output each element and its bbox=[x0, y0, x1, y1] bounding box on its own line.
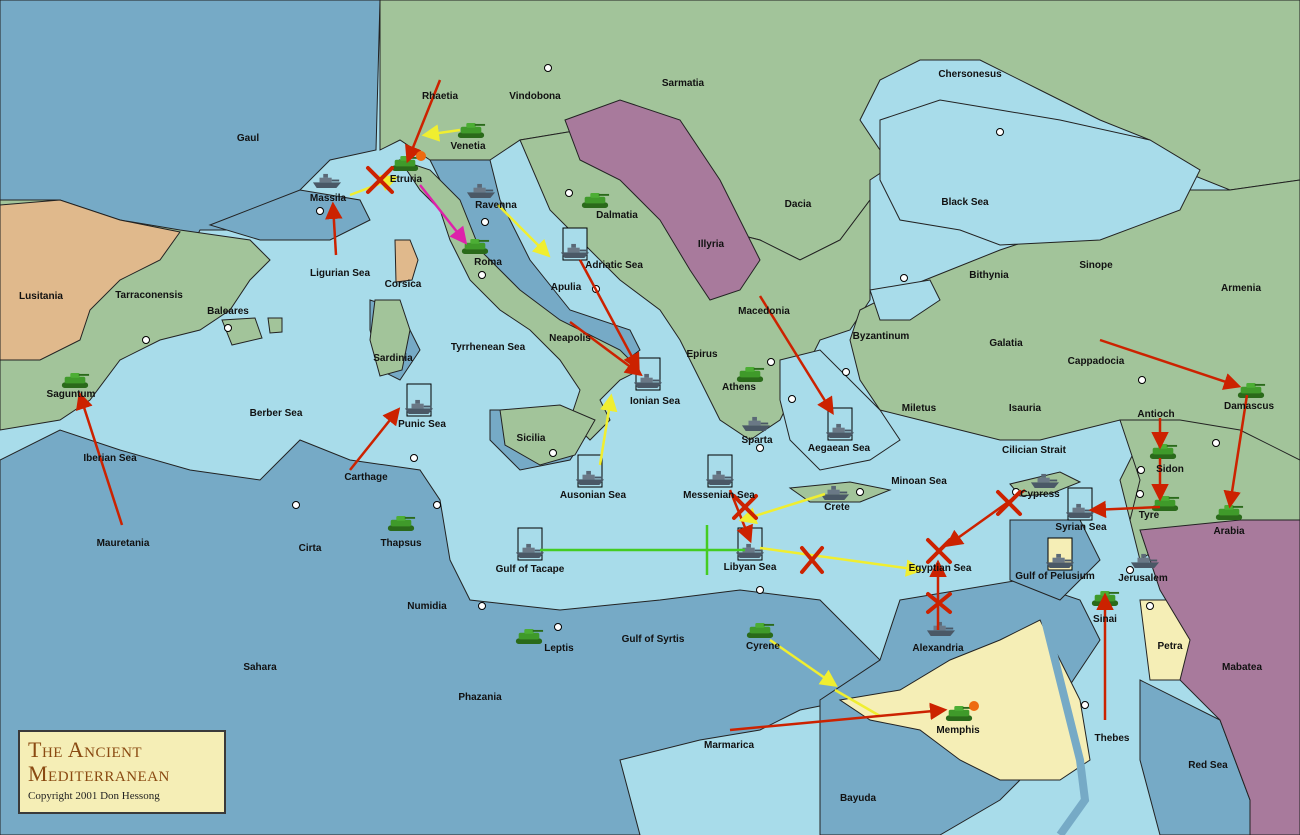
label-tarraconensis: Tarraconensis bbox=[115, 290, 183, 301]
label-aegaean-sea: Aegaean Sea bbox=[808, 443, 871, 454]
label-athens: Athens bbox=[722, 382, 756, 393]
label-sahara: Sahara bbox=[243, 662, 277, 673]
label-cirta: Cirta bbox=[299, 543, 322, 554]
label-baleares: Baleares bbox=[207, 306, 249, 317]
label-libyan-sea: Libyan Sea bbox=[724, 562, 777, 573]
label-dalmatia: Dalmatia bbox=[596, 210, 638, 221]
label-epirus: Epirus bbox=[686, 349, 718, 360]
label-phazania: Phazania bbox=[458, 692, 502, 703]
label-egyptian-sea: Egyptian Sea bbox=[909, 563, 972, 574]
label-berber-sea: Berber Sea bbox=[250, 408, 303, 419]
label-miletus: Miletus bbox=[902, 403, 937, 414]
label-cappadocia: Cappadocia bbox=[1068, 356, 1125, 367]
label-numidia: Numidia bbox=[407, 601, 447, 612]
title-line-1: The Ancient bbox=[28, 737, 143, 762]
label-lusitania: Lusitania bbox=[19, 291, 63, 302]
label-memphis: Memphis bbox=[936, 725, 980, 736]
label-adriatic-sea-1: Adriatic Sea bbox=[585, 260, 643, 271]
label-galatia: Galatia bbox=[989, 338, 1023, 349]
label-red-sea-1: Red Sea bbox=[1188, 760, 1228, 771]
label-punic-sea: Punic Sea bbox=[398, 419, 446, 430]
label-minoan-sea: Minoan Sea bbox=[891, 476, 947, 487]
label-antioch: Antioch bbox=[1137, 409, 1174, 420]
label-gulf-of-syrtis: Gulf of Syrtis bbox=[622, 634, 685, 645]
label-gulf-of-tacape: Gulf of Tacape bbox=[496, 564, 565, 575]
label-leptis: Leptis bbox=[544, 643, 574, 654]
label-syrian-sea: Syrian Sea bbox=[1055, 522, 1107, 533]
label-ravenna: Ravenna bbox=[475, 200, 517, 211]
label-roma: Roma bbox=[474, 257, 502, 268]
label-etruria: Etruria bbox=[390, 174, 423, 185]
map-title-cartouche: The Ancient Mediterranean Copyright 2001… bbox=[18, 730, 226, 814]
label-carthage: Carthage bbox=[344, 472, 388, 483]
label-thapsus: Thapsus bbox=[380, 538, 422, 549]
label-sarmatia: Sarmatia bbox=[662, 78, 705, 89]
label-mauretania: Mauretania bbox=[97, 538, 150, 549]
label-marmarica: Marmarica bbox=[704, 740, 754, 751]
label-jerusalem: Jerusalem bbox=[1118, 573, 1168, 584]
label-sicilia: Sicilia bbox=[517, 433, 546, 444]
game-map[interactable]: Gaul Rhaetia Vindobona Sarmatia Chersone… bbox=[0, 0, 1300, 835]
label-saguntum: Saguntum bbox=[47, 389, 96, 400]
label-cypress: Cypress bbox=[1020, 489, 1060, 500]
label-arabia: Arabia bbox=[1213, 526, 1245, 537]
label-illyria: Illyria bbox=[698, 239, 725, 250]
label-petra: Petra bbox=[1157, 641, 1182, 652]
label-cilician-strait: Cilician Strait bbox=[1002, 445, 1067, 456]
label-cyrene: Cyrene bbox=[746, 641, 780, 652]
label-sidon: Sidon bbox=[1156, 464, 1184, 475]
label-thebes: Thebes bbox=[1094, 733, 1129, 744]
label-bithynia: Bithynia bbox=[969, 270, 1009, 281]
label-mabatea: Mabatea bbox=[1222, 662, 1262, 673]
label-corsica: Corsica bbox=[385, 279, 422, 290]
label-alexandria: Alexandria bbox=[912, 643, 964, 654]
label-apulia: Apulia bbox=[551, 282, 582, 293]
label-macedonia: Macedonia bbox=[738, 306, 790, 317]
label-iberian-sea: Iberian Sea bbox=[83, 453, 137, 464]
label-sinai: Sinai bbox=[1093, 614, 1117, 625]
label-sparta: Sparta bbox=[741, 435, 773, 446]
label-venetia: Venetia bbox=[450, 141, 485, 152]
label-rhaetia: Rhaetia bbox=[422, 91, 459, 102]
label-armenia: Armenia bbox=[1221, 283, 1261, 294]
label-chersonesus: Chersonesus bbox=[938, 69, 1002, 80]
label-tyre: Tyre bbox=[1139, 510, 1160, 521]
label-crete: Crete bbox=[824, 502, 850, 513]
label-byzantinum: Byzantinum bbox=[853, 331, 910, 342]
label-ionian-sea: Ionian Sea bbox=[630, 396, 680, 407]
label-bayuda: Bayuda bbox=[840, 793, 877, 804]
label-sinope: Sinope bbox=[1079, 260, 1113, 271]
label-massila: Massila bbox=[310, 193, 347, 204]
label-vindobona: Vindobona bbox=[509, 91, 561, 102]
label-gulf-of-pelusium: Gulf of Pelusium bbox=[1015, 571, 1095, 582]
label-neapolis: Neapolis bbox=[549, 333, 591, 344]
label-tyrrhenean-sea: Tyrrhenean Sea bbox=[451, 342, 526, 353]
title-line-2: Mediterranean bbox=[28, 761, 170, 786]
label-isauria: Isauria bbox=[1009, 403, 1042, 414]
label-ligurian-sea: Ligurian Sea bbox=[310, 268, 370, 279]
label-damascus: Damascus bbox=[1224, 401, 1274, 412]
label-dacia: Dacia bbox=[785, 199, 812, 210]
label-ausonian-sea: Ausonian Sea bbox=[560, 490, 627, 501]
label-sardinia: Sardinia bbox=[373, 353, 413, 364]
label-messenian-sea: Messenian Sea bbox=[683, 490, 755, 501]
label-gaul: Gaul bbox=[237, 133, 259, 144]
label-black-sea: Black Sea bbox=[941, 197, 989, 208]
copyright-text: Copyright 2001 Don Hessong bbox=[28, 790, 160, 802]
